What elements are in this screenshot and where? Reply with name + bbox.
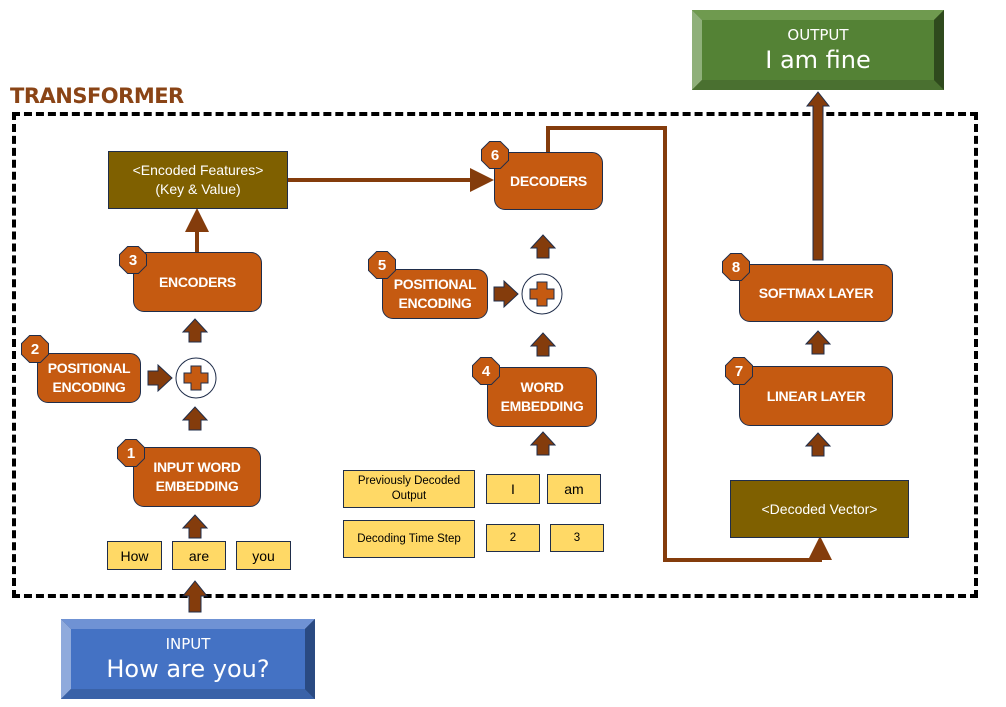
input-token: you xyxy=(236,541,291,570)
arrow-up-linear-to-softmax xyxy=(804,330,832,355)
step-word-embedding-decoder: WORD EMBEDDING xyxy=(487,367,597,427)
input-value: How are you? xyxy=(106,655,270,683)
arrow-up-plus-to-encoders xyxy=(181,318,209,343)
input-token: are xyxy=(172,541,226,570)
step-decoders: DECODERS xyxy=(494,152,603,210)
output-box: OUTPUT I am fine xyxy=(692,10,944,90)
arrow-up-embedding-to-plus xyxy=(181,406,209,431)
arrow-up-tokens-to-embedding xyxy=(181,514,209,539)
step-6-label: DECODERS xyxy=(510,172,587,189)
decoded-vector-label: <Decoded Vector> xyxy=(761,500,878,517)
arrow-up-tokens-to-dec-embedding xyxy=(529,431,557,456)
encoded-features-line2: (Key & Value) xyxy=(155,181,241,197)
output-label: OUTPUT xyxy=(787,26,849,44)
input-token: How xyxy=(107,541,162,570)
step-encoders: ENCODERS xyxy=(133,252,262,312)
prev-output-token: am xyxy=(547,474,601,504)
prev-output-label-line1: Previously Decoded xyxy=(357,475,461,487)
prev-output-label-line2: Output xyxy=(391,490,427,502)
arrow-right-posenc-to-plus xyxy=(147,363,173,393)
step-1-label-line1: INPUT WORD xyxy=(153,459,241,475)
arrow-up-dec-embedding-to-plus xyxy=(529,332,557,357)
time-step-value: 3 xyxy=(550,524,604,552)
step-4-label-line1: WORD xyxy=(520,379,564,395)
input-label: INPUT xyxy=(165,635,211,653)
step-input-word-embedding: INPUT WORD EMBEDDING xyxy=(133,447,261,507)
arrow-right-dec-posenc-to-plus xyxy=(493,279,519,309)
step-3-label: ENCODERS xyxy=(159,273,236,290)
input-box: INPUT How are you? xyxy=(61,619,315,699)
decoded-vector-box: <Decoded Vector> xyxy=(730,480,909,538)
decoding-time-step-label: Decoding Time Step xyxy=(343,520,475,558)
step-7-label: LINEAR LAYER xyxy=(766,387,866,404)
encoded-features-box: <Encoded Features> (Key & Value) xyxy=(108,151,288,209)
time-step-value: 2 xyxy=(486,524,540,552)
arrow-up-vector-to-linear xyxy=(804,432,832,457)
decoder-add-operator xyxy=(521,273,563,315)
step-5-label-line1: POSITIONAL xyxy=(393,276,477,292)
arrow-up-softmax-to-output xyxy=(805,91,831,261)
step-linear-layer: LINEAR LAYER xyxy=(739,366,893,426)
step-positional-encoding-decoder: POSITIONAL ENCODING xyxy=(382,269,488,319)
step-softmax-layer: SOFTMAX LAYER xyxy=(739,264,893,322)
step-4-label-line2: EMBEDDING xyxy=(500,398,584,414)
connectors xyxy=(147,91,832,613)
step-1-label-line2: EMBEDDING xyxy=(155,478,239,494)
arrow-up-plus-to-decoders xyxy=(529,234,557,259)
arrow-up-input-to-tokens xyxy=(181,580,209,613)
previously-decoded-output-label: Previously Decoded Output xyxy=(343,470,475,508)
encoder-add-operator xyxy=(175,357,217,399)
step-8-badge: 8 xyxy=(723,254,749,280)
step-8-label: SOFTMAX LAYER xyxy=(758,284,874,301)
step-7-badge: 7 xyxy=(726,358,752,384)
step-5-label-line2: ENCODING xyxy=(398,295,472,311)
step-2-label-line2: ENCODING xyxy=(52,379,126,395)
step-positional-encoding-encoder: POSITIONAL ENCODING xyxy=(37,353,141,403)
encoded-features-line1: <Encoded Features> xyxy=(132,162,264,178)
step-2-label-line1: POSITIONAL xyxy=(47,360,131,376)
output-value: I am fine xyxy=(765,46,871,74)
prev-output-token: I xyxy=(486,474,540,504)
